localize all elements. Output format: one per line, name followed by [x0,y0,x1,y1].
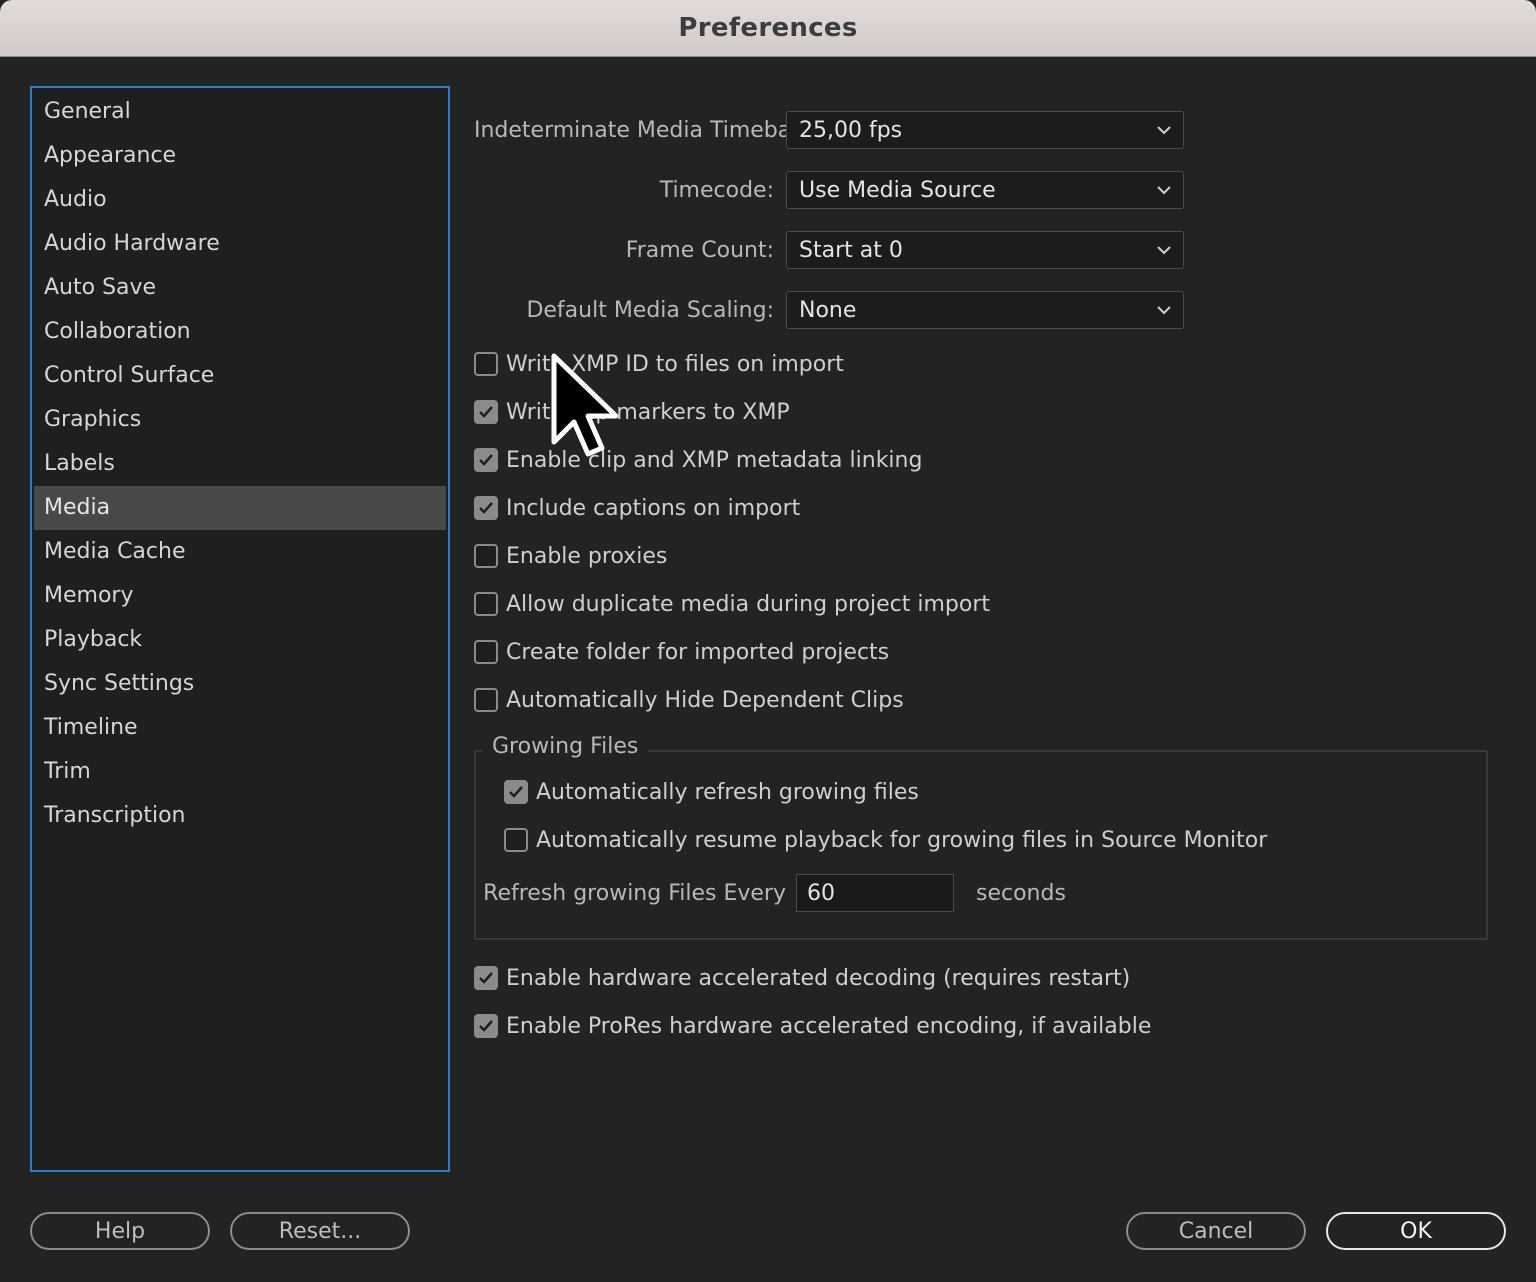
chevron-down-icon [1157,306,1171,315]
sidebar-item-transcription[interactable]: Transcription [34,794,446,838]
scaling-label: Default Media Scaling: [526,297,774,323]
scaling-value: None [799,297,857,323]
checkmark-icon [479,972,493,984]
auto-resume-label: Automatically resume playback for growin… [536,827,1268,853]
checkbox-checked[interactable] [474,496,498,520]
checkbox-checked[interactable] [474,966,498,990]
frame-count-dropdown[interactable]: Start at 0 [786,231,1184,269]
checkbox-unchecked[interactable] [474,688,498,712]
sidebar-item-audio[interactable]: Audio [34,178,446,222]
allow-duplicate-media-label: Allow duplicate media during project imp… [506,591,991,617]
refresh-interval-label: Refresh growing Files Every [483,881,786,906]
checkbox-checked[interactable] [474,448,498,472]
checkbox-unchecked[interactable] [474,640,498,664]
chevron-down-icon [1157,186,1171,195]
include-captions-label: Include captions on import [506,495,801,521]
scaling-dropdown[interactable]: None [786,291,1184,329]
timecode-label: Timecode: [659,177,774,203]
checkbox-unchecked[interactable] [474,352,498,376]
checkmark-icon [479,1020,493,1032]
timebase-label: Indeterminate Media Timebase: [474,117,824,143]
timecode-row: Timecode: Use Media Source [474,170,1196,210]
checkmark-icon [479,454,493,466]
checkbox-unchecked[interactable] [474,544,498,568]
auto-refresh-label: Automatically refresh growing files [536,779,919,805]
checkmark-icon [479,406,493,418]
metadata-linking-checkbox[interactable]: Enable clip and XMP metadata linking [474,442,922,478]
timebase-row: Indeterminate Media Timebase: 25,00 fps [474,110,1196,150]
chevron-down-icon [1157,246,1171,255]
sidebar-item-graphics[interactable]: Graphics [34,398,446,442]
sidebar-item-control-surface[interactable]: Control Surface [34,354,446,398]
sidebar-item-auto-save[interactable]: Auto Save [34,266,446,310]
checkbox-unchecked[interactable] [474,592,498,616]
sidebar-item-sync-settings[interactable]: Sync Settings [34,662,446,706]
hw-decoding-checkbox[interactable]: Enable hardware accelerated decoding (re… [474,960,1130,996]
checkmark-icon [479,502,493,514]
enable-proxies-label: Enable proxies [506,543,668,569]
create-folder-checkbox[interactable]: Create folder for imported projects [474,634,889,670]
sidebar-item-timeline[interactable]: Timeline [34,706,446,750]
checkbox-checked[interactable] [474,400,498,424]
sidebar-item-labels[interactable]: Labels [34,442,446,486]
sidebar-item-appearance[interactable]: Appearance [34,134,446,178]
seconds-label: seconds [976,881,1066,906]
checkbox-unchecked[interactable] [504,828,528,852]
window-title: Preferences [678,13,858,43]
reset-button[interactable]: Reset... [230,1212,410,1250]
checkmark-icon [509,786,523,798]
metadata-linking-label: Enable clip and XMP metadata linking [506,447,923,473]
timecode-dropdown[interactable]: Use Media Source [786,171,1184,209]
cancel-button[interactable]: Cancel [1126,1212,1306,1250]
include-captions-checkbox[interactable]: Include captions on import [474,490,800,526]
hide-dependent-clips-label: Automatically Hide Dependent Clips [506,687,904,713]
prores-encoding-checkbox[interactable]: Enable ProRes hardware accelerated encod… [474,1008,1151,1044]
auto-resume-checkbox[interactable]: Automatically resume playback for growin… [504,822,1267,858]
allow-duplicate-media-checkbox[interactable]: Allow duplicate media during project imp… [474,586,990,622]
hw-decoding-label: Enable hardware accelerated decoding (re… [506,965,1131,991]
frame-count-label: Frame Count: [625,237,774,263]
write-clip-markers-checkbox[interactable]: Write clip markers to XMP [474,394,790,430]
sidebar-item-collaboration[interactable]: Collaboration [34,310,446,354]
create-folder-label: Create folder for imported projects [506,639,890,665]
sidebar-item-memory[interactable]: Memory [34,574,446,618]
chevron-down-icon [1157,126,1171,135]
sidebar-item-trim[interactable]: Trim [34,750,446,794]
preferences-category-list[interactable]: General Appearance Audio Audio Hardware … [30,86,450,1172]
frame-count-row: Frame Count: Start at 0 [474,230,1196,270]
enable-proxies-checkbox[interactable]: Enable proxies [474,538,667,574]
frame-count-value: Start at 0 [799,237,903,263]
auto-refresh-checkbox[interactable]: Automatically refresh growing files [504,774,919,810]
help-button[interactable]: Help [30,1212,210,1250]
write-clip-markers-label: Write clip markers to XMP [506,399,790,425]
write-xmp-id-label: Write XMP ID to files on import [506,351,844,377]
checkbox-checked[interactable] [504,780,528,804]
timecode-value: Use Media Source [799,177,996,203]
scaling-row: Default Media Scaling: None [474,290,1196,330]
prores-encoding-label: Enable ProRes hardware accelerated encod… [506,1013,1152,1039]
sidebar-item-playback[interactable]: Playback [34,618,446,662]
sidebar-item-media-cache[interactable]: Media Cache [34,530,446,574]
growing-files-title: Growing Files [482,734,649,759]
write-xmp-id-checkbox[interactable]: Write XMP ID to files on import [474,346,844,382]
refresh-interval-input[interactable] [796,874,954,912]
timebase-dropdown[interactable]: 25,00 fps [786,111,1184,149]
sidebar-item-audio-hardware[interactable]: Audio Hardware [34,222,446,266]
ok-button[interactable]: OK [1326,1212,1506,1250]
title-bar: Preferences [0,0,1536,57]
sidebar-item-media[interactable]: Media [34,486,446,530]
timebase-value: 25,00 fps [799,117,903,143]
hide-dependent-clips-checkbox[interactable]: Automatically Hide Dependent Clips [474,682,904,718]
checkbox-checked[interactable] [474,1014,498,1038]
sidebar-item-general[interactable]: General [34,90,446,134]
